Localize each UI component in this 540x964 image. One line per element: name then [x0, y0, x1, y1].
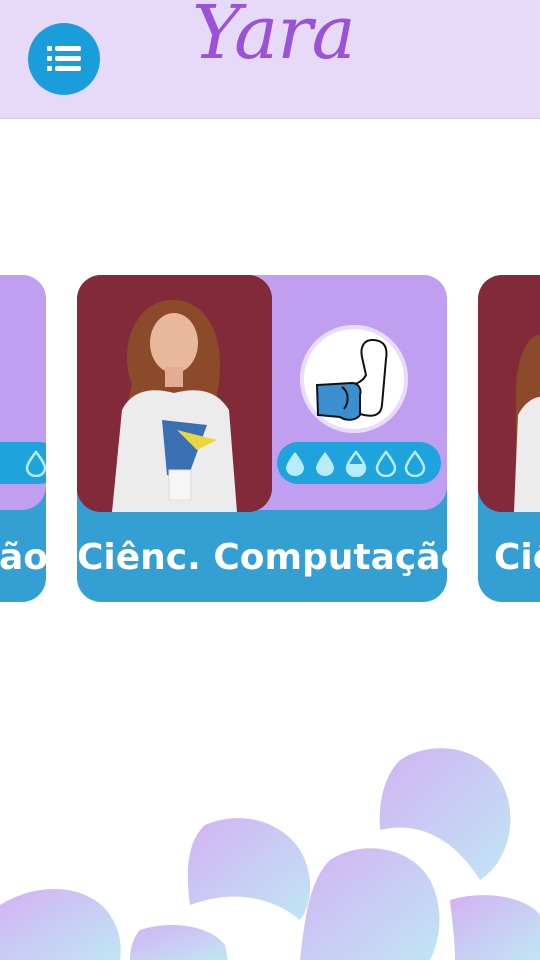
card-label: Ciênc. Computação — [77, 537, 447, 578]
card-previous[interactable]: ão — [0, 275, 46, 602]
card-label: ão — [0, 537, 46, 578]
student-photo — [478, 275, 540, 512]
empty-drop-icon — [25, 450, 46, 477]
app-header: Yara — [0, 0, 540, 119]
course-carousel[interactable]: ão Ciênc. Computação Ci — [0, 275, 540, 605]
half-drop-icon — [345, 450, 367, 477]
flexed-arm-icon — [315, 338, 388, 421]
level-bar — [0, 442, 46, 484]
decorative-waves — [0, 720, 540, 960]
empty-drop-icon — [404, 450, 426, 477]
full-drop-icon — [316, 452, 334, 476]
menu-button[interactable] — [28, 23, 100, 95]
card-label: Ciê — [494, 537, 540, 578]
course-card[interactable]: Ciênc. Computação — [77, 275, 447, 602]
card-next[interactable]: Ciê — [478, 275, 540, 602]
strength-icon-badge — [300, 325, 408, 433]
empty-drop-icon — [375, 450, 397, 477]
list-menu-icon — [47, 46, 81, 71]
student-photo — [77, 275, 272, 512]
level-bar — [277, 442, 441, 484]
full-drop-icon — [286, 452, 304, 476]
app-logo: Yara — [192, 0, 356, 76]
